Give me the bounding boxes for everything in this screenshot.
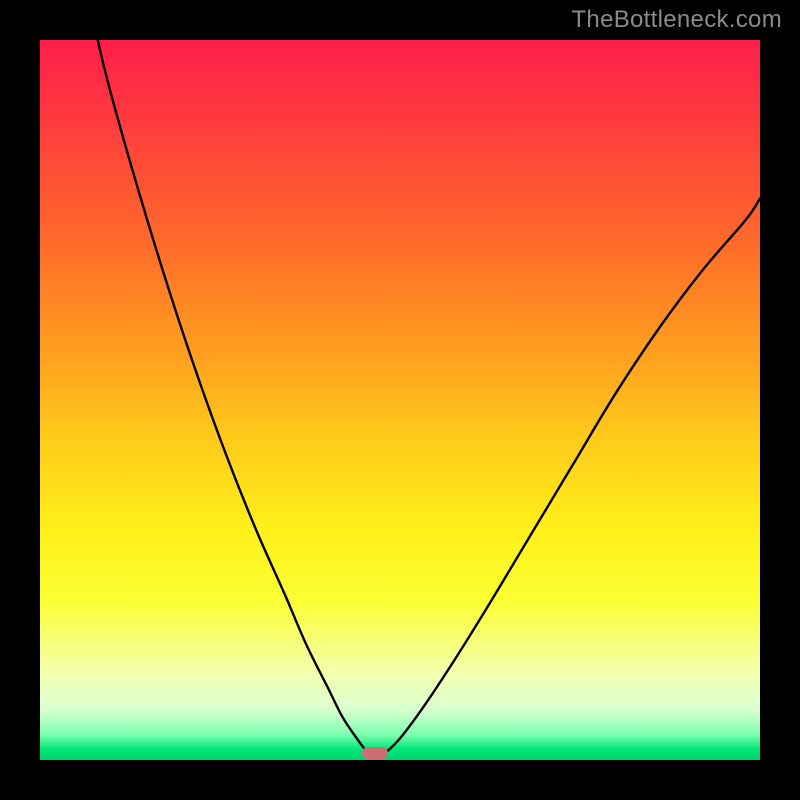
plot-area xyxy=(40,40,760,760)
watermark-text: TheBottleneck.com xyxy=(571,6,782,34)
chart-frame: TheBottleneck.com xyxy=(0,0,800,800)
curve-svg xyxy=(40,40,760,760)
curve-right-branch xyxy=(386,198,760,752)
minimum-marker xyxy=(362,747,388,759)
curve-left-branch xyxy=(98,40,368,753)
